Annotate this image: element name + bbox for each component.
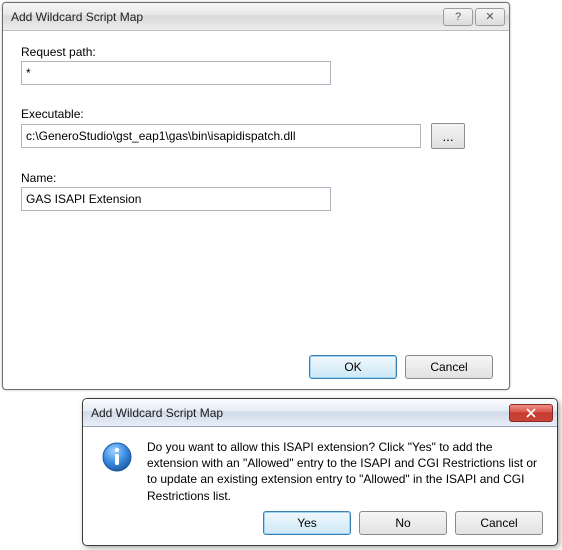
confirm-message: Do you want to allow this ISAPI extensio… (147, 439, 539, 504)
help-icon: ? (455, 11, 461, 23)
confirm-title: Add Wildcard Script Map (91, 406, 509, 420)
executable-label: Executable: (21, 107, 491, 121)
name-label: Name: (21, 171, 491, 185)
yes-button[interactable]: Yes (263, 511, 351, 535)
name-input[interactable] (21, 187, 331, 211)
no-button[interactable]: No (359, 511, 447, 535)
ellipsis-icon: ... (442, 129, 453, 144)
help-button[interactable]: ? (443, 8, 473, 26)
close-button[interactable]: ✕ (475, 8, 505, 26)
ok-button[interactable]: OK (309, 355, 397, 379)
browse-button[interactable]: ... (431, 123, 465, 149)
dialog-body: Request path: Executable: ... Name: (3, 31, 509, 221)
confirm-close-button[interactable] (509, 404, 553, 422)
confirm-titlebar: Add Wildcard Script Map (83, 399, 557, 427)
add-script-map-dialog: Add Wildcard Script Map ? ✕ Request path… (2, 2, 510, 390)
info-icon (101, 441, 133, 473)
executable-input[interactable] (21, 124, 421, 148)
dialog-title: Add Wildcard Script Map (11, 10, 441, 24)
confirm-cancel-button[interactable]: Cancel (455, 511, 543, 535)
request-path-input[interactable] (21, 61, 331, 85)
close-icon (525, 408, 537, 418)
titlebar: Add Wildcard Script Map ? ✕ (3, 3, 509, 31)
close-icon: ✕ (485, 10, 494, 23)
confirm-dialog: Add Wildcard Script Map Do (82, 398, 558, 546)
request-path-label: Request path: (21, 45, 491, 59)
cancel-button[interactable]: Cancel (405, 355, 493, 379)
